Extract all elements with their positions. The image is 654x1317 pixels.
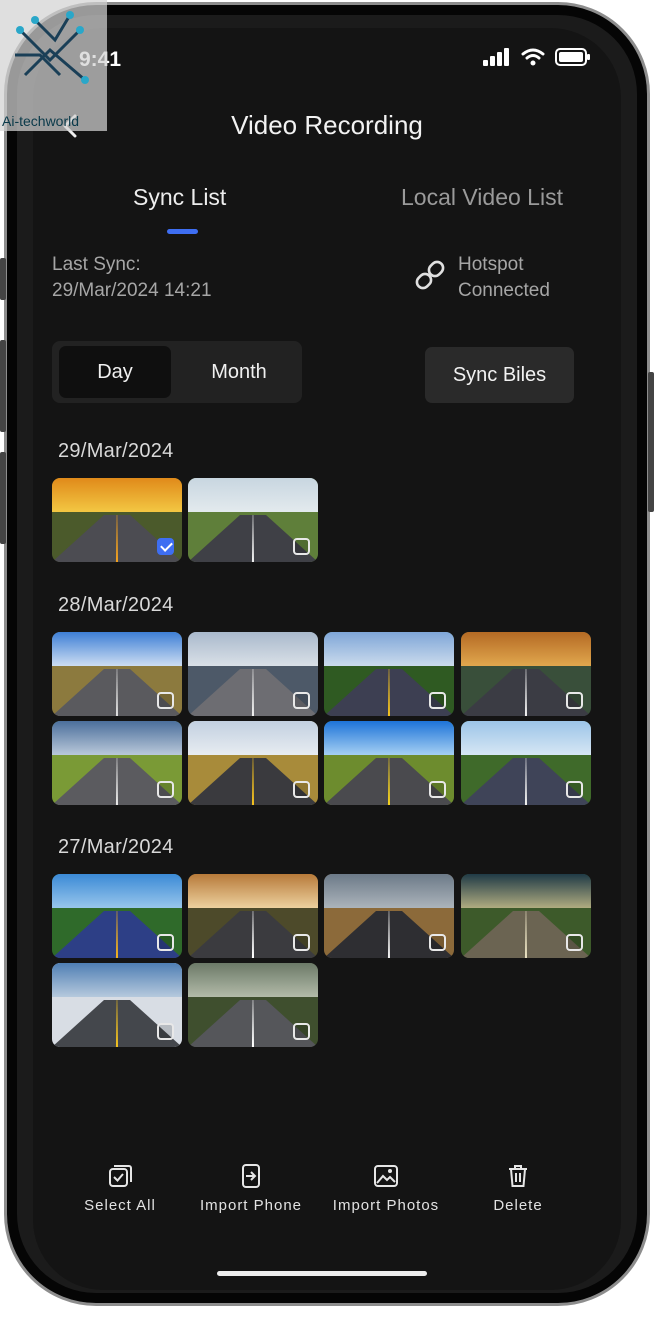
tab-local-video-list[interactable]: Local Video List (401, 184, 563, 211)
tab-sync-list[interactable]: Sync List (133, 184, 226, 211)
battery-icon (555, 48, 590, 66)
video-thumbnail[interactable] (52, 963, 182, 1047)
page-title: Video Recording (231, 110, 423, 140)
import-photos-label: Import Photos (332, 1197, 440, 1214)
select-checkbox[interactable] (429, 934, 446, 951)
sync-files-button[interactable]: Sync Biles (425, 347, 574, 403)
group-date: 27/Mar/2024 (58, 836, 174, 858)
signal-icon (483, 48, 509, 66)
last-sync-value: 29/Mar/2024 14:21 (52, 280, 212, 301)
select-checkbox[interactable] (157, 1023, 174, 1040)
watermark-text: Ai-techworld (2, 113, 80, 129)
select-checkbox[interactable] (429, 692, 446, 709)
select-checkbox[interactable] (429, 781, 446, 798)
select-checkbox[interactable] (566, 781, 583, 798)
select-checkbox[interactable] (157, 781, 174, 798)
wifi-icon (521, 48, 545, 66)
app-screen: 9:41 Video Recording Sync List Local Vid… (33, 28, 621, 1290)
segment-day[interactable]: Day (59, 346, 171, 398)
video-thumbnail[interactable] (188, 632, 318, 716)
circuit-logo-icon (15, 11, 89, 84)
video-thumbnail[interactable] (461, 721, 591, 805)
select-all-label: Select All (84, 1197, 156, 1214)
import-phone-button[interactable]: Import Phone (186, 1163, 316, 1215)
select-all-button[interactable]: Select All (55, 1163, 185, 1215)
status-icons (483, 48, 591, 66)
select-checkbox[interactable] (293, 692, 310, 709)
video-thumbnail[interactable] (188, 721, 318, 805)
video-thumbnail[interactable] (52, 721, 182, 805)
active-tab-indicator (167, 229, 198, 234)
video-thumbnail[interactable] (461, 874, 591, 958)
video-thumbnail[interactable] (324, 632, 454, 716)
day-month-toggle: Day Month (52, 341, 302, 403)
video-thumbnail[interactable] (461, 632, 591, 716)
select-all-icon (109, 1165, 132, 1187)
link-icon (415, 260, 445, 290)
select-checkbox[interactable] (293, 934, 310, 951)
select-checkbox[interactable] (566, 692, 583, 709)
segment-month[interactable]: Month (183, 346, 295, 398)
hotspot-label: Hotspot (458, 254, 524, 275)
video-thumbnail[interactable] (188, 874, 318, 958)
video-thumbnail[interactable] (52, 874, 182, 958)
import-phone-icon (242, 1164, 260, 1188)
select-checkbox[interactable] (157, 538, 174, 555)
video-thumbnail[interactable] (188, 963, 318, 1047)
group-date: 28/Mar/2024 (58, 594, 174, 616)
home-indicator (217, 1271, 427, 1276)
delete-label: Delete (493, 1197, 543, 1214)
last-sync-info: Last Sync: 29/Mar/2024 14:21 (52, 252, 212, 304)
select-checkbox[interactable] (293, 781, 310, 798)
trash-icon (509, 1165, 527, 1187)
select-checkbox[interactable] (157, 692, 174, 709)
hotspot-state: Connected (458, 280, 550, 301)
video-thumbnail[interactable] (324, 721, 454, 805)
import-photos-button[interactable]: Import Photos (321, 1163, 451, 1215)
side-button (0, 340, 6, 432)
side-button (648, 372, 654, 512)
side-button (0, 452, 6, 544)
video-thumbnail[interactable] (324, 874, 454, 958)
select-checkbox[interactable] (293, 1023, 310, 1040)
import-photos-icon (374, 1165, 398, 1187)
select-checkbox[interactable] (157, 934, 174, 951)
last-sync-label: Last Sync: (52, 254, 141, 275)
side-button (0, 258, 6, 300)
video-thumbnail[interactable] (52, 478, 182, 562)
hotspot-status: Hotspot Connected (458, 252, 550, 304)
select-checkbox[interactable] (566, 934, 583, 951)
watermark-logo: Ai-techworld (0, 0, 107, 131)
select-checkbox[interactable] (293, 538, 310, 555)
delete-button[interactable]: Delete (453, 1163, 583, 1215)
group-date: 29/Mar/2024 (58, 440, 174, 462)
video-thumbnail[interactable] (188, 478, 318, 562)
import-phone-label: Import Phone (199, 1197, 303, 1214)
video-thumbnail[interactable] (52, 632, 182, 716)
